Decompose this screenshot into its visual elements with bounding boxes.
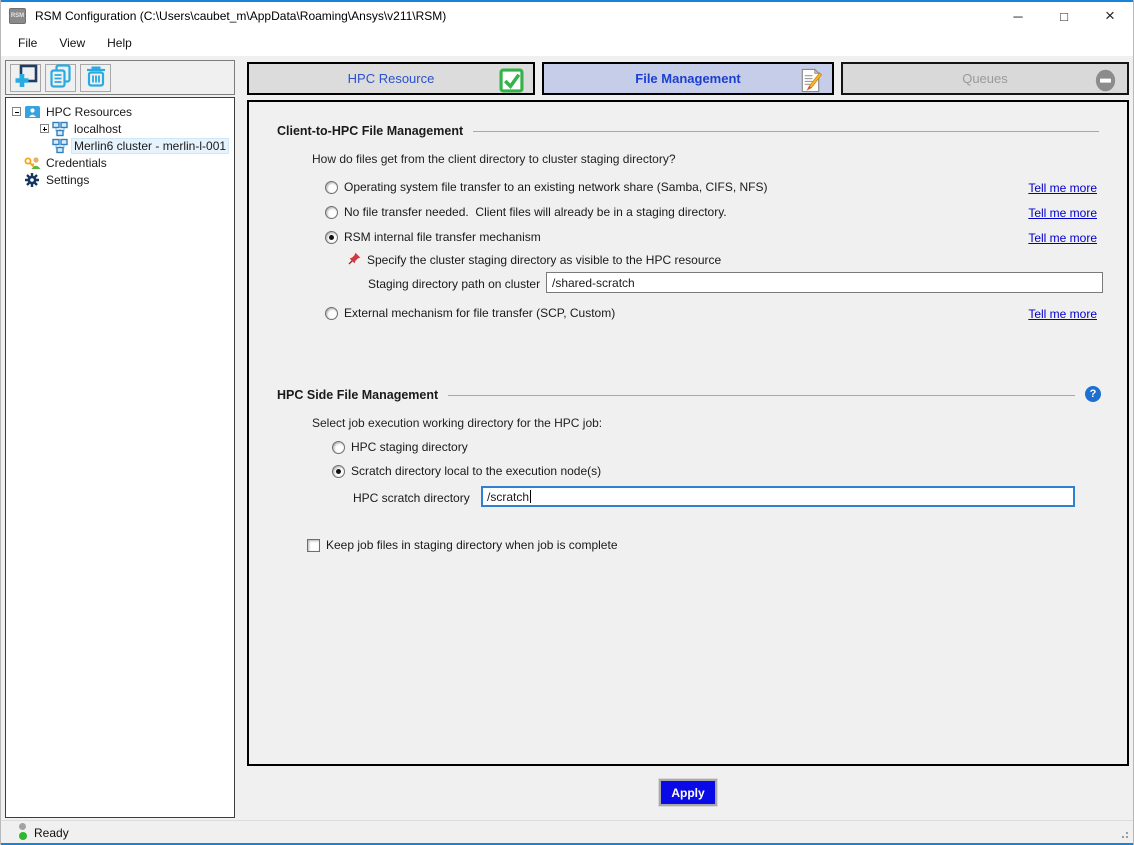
edit-icon xyxy=(798,68,823,96)
tab-queues[interactable]: Queues xyxy=(841,62,1129,95)
radio-selected-icon[interactable] xyxy=(325,231,338,244)
tell-me-more-link-rsm[interactable]: Tell me more xyxy=(1028,231,1097,245)
app-icon: RSM xyxy=(9,8,26,24)
scratch-directory-value: /scratch xyxy=(487,490,529,504)
cluster-icon xyxy=(51,138,69,154)
expand-expander-icon[interactable] xyxy=(40,124,49,133)
tree-item-label: Merlin6 cluster - merlin-l-001 xyxy=(71,138,229,154)
scratch-directory-label: HPC scratch directory xyxy=(353,491,470,505)
add-resource-button[interactable] xyxy=(10,64,41,92)
tree-item-merlin6-cluster[interactable]: Merlin6 cluster - merlin-l-001 xyxy=(6,137,234,154)
tree-item-localhost[interactable]: localhost xyxy=(6,120,234,137)
credentials-icon xyxy=(23,155,41,171)
tab-label: HPC Resource xyxy=(348,71,435,86)
text-cursor xyxy=(530,490,531,503)
tell-me-more-link-none[interactable]: Tell me more xyxy=(1028,206,1097,220)
radio-selected-icon[interactable] xyxy=(332,465,345,478)
radio-label: RSM internal file transfer mechanism xyxy=(344,230,541,244)
client-question: How do files get from the client directo… xyxy=(312,152,676,166)
radio-label: External mechanism for file transfer (SC… xyxy=(344,306,615,320)
add-resource-icon xyxy=(13,63,39,92)
status-idle-led-icon xyxy=(19,823,26,830)
duplicate-resource-button[interactable] xyxy=(45,64,76,92)
radio-label: No file transfer needed. Client files wi… xyxy=(344,205,727,219)
radio-rsm-internal-transfer[interactable]: RSM internal file transfer mechanism xyxy=(325,230,541,244)
menu-help[interactable]: Help xyxy=(96,32,143,54)
status-ready-led-icon xyxy=(19,832,27,840)
tab-label: File Management xyxy=(635,71,740,86)
radio-os-file-transfer[interactable]: Operating system file transfer to an exi… xyxy=(325,180,768,194)
status-text: Ready xyxy=(34,826,69,840)
title-bar: RSM RSM Configuration (C:\Users\caubet_m… xyxy=(1,2,1133,30)
tree-item-label: localhost xyxy=(71,121,124,137)
file-management-panel: Client-to-HPC File Management How do fil… xyxy=(247,100,1129,766)
collapse-expander-icon[interactable] xyxy=(12,107,21,116)
menu-view[interactable]: View xyxy=(48,32,96,54)
close-button[interactable]: × xyxy=(1087,2,1133,30)
tree-item-hpc-resources[interactable]: HPC Resources xyxy=(6,103,234,120)
tab-file-management[interactable]: File Management xyxy=(542,62,834,95)
tab-hpc-resource[interactable]: HPC Resource xyxy=(247,62,535,95)
section-title: Client-to-HPC File Management xyxy=(277,124,463,138)
checkbox-unchecked-icon[interactable] xyxy=(307,539,320,552)
staging-path-label: Staging directory path on cluster xyxy=(368,277,540,291)
status-bar: Ready xyxy=(1,820,1133,843)
minimize-button[interactable]: ─ xyxy=(995,2,1041,30)
section-rule xyxy=(448,395,1075,396)
maximize-button[interactable]: □ xyxy=(1041,2,1087,30)
window-title: RSM Configuration (C:\Users\caubet_m\App… xyxy=(35,9,446,23)
radio-label: Scratch directory local to the execution… xyxy=(351,464,601,478)
apply-button[interactable]: Apply xyxy=(659,779,717,806)
tree-item-label: HPC Resources xyxy=(43,104,135,120)
tree-item-credentials[interactable]: Credentials xyxy=(6,154,234,171)
disabled-minus-icon xyxy=(1093,68,1118,96)
window-controls: ─ □ × xyxy=(995,2,1133,30)
tell-me-more-link-external[interactable]: Tell me more xyxy=(1028,307,1097,321)
menu-file[interactable]: File xyxy=(7,32,48,54)
radio-label: HPC staging directory xyxy=(351,440,468,454)
resource-tree: HPC Resources localhost xyxy=(5,97,235,818)
tree-item-settings[interactable]: Settings xyxy=(6,171,234,188)
delete-resource-button[interactable] xyxy=(80,64,111,92)
radio-icon[interactable] xyxy=(325,307,338,320)
section-title: HPC Side File Management xyxy=(277,388,438,402)
client-section-header: Client-to-HPC File Management xyxy=(277,124,1099,138)
check-icon xyxy=(499,68,524,96)
resource-toolbar xyxy=(5,60,235,95)
radio-scratch-directory[interactable]: Scratch directory local to the execution… xyxy=(332,464,601,478)
cluster-icon xyxy=(51,121,69,137)
settings-gear-icon xyxy=(23,172,41,188)
hpc-resources-icon xyxy=(23,104,41,120)
pin-note-row: Specify the cluster staging directory as… xyxy=(348,252,721,268)
radio-external-transfer[interactable]: External mechanism for file transfer (SC… xyxy=(325,306,615,320)
tell-me-more-link-os[interactable]: Tell me more xyxy=(1028,181,1097,195)
staging-path-input[interactable]: /shared-scratch xyxy=(546,272,1103,293)
tree-item-label: Settings xyxy=(43,172,92,188)
radio-hpc-staging-directory[interactable]: HPC staging directory xyxy=(332,440,468,454)
radio-icon[interactable] xyxy=(325,206,338,219)
keep-job-files-checkbox-row[interactable]: Keep job files in staging directory when… xyxy=(307,538,618,552)
radio-label: Operating system file transfer to an exi… xyxy=(344,180,768,194)
menu-bar: File View Help xyxy=(1,30,1133,56)
hpc-section-header: HPC Side File Management xyxy=(277,388,1075,402)
radio-icon[interactable] xyxy=(332,441,345,454)
tree-item-label: Credentials xyxy=(43,155,110,171)
resize-grip[interactable] xyxy=(1119,829,1129,839)
scratch-directory-input[interactable]: /scratch xyxy=(481,486,1075,507)
section-rule xyxy=(473,131,1099,132)
staging-path-value: /shared-scratch xyxy=(552,276,635,290)
radio-no-file-transfer[interactable]: No file transfer needed. Client files wi… xyxy=(325,205,727,219)
hpc-question: Select job execution working directory f… xyxy=(312,416,602,430)
help-icon[interactable]: ? xyxy=(1085,386,1101,402)
radio-icon[interactable] xyxy=(325,181,338,194)
delete-resource-icon xyxy=(83,63,109,92)
pin-note-text: Specify the cluster staging directory as… xyxy=(367,253,721,267)
tab-label: Queues xyxy=(962,71,1008,86)
rsm-configuration-window: RSM RSM Configuration (C:\Users\caubet_m… xyxy=(0,0,1134,845)
duplicate-resource-icon xyxy=(48,63,74,92)
checkbox-label: Keep job files in staging directory when… xyxy=(326,538,618,552)
pushpin-icon xyxy=(348,252,361,268)
